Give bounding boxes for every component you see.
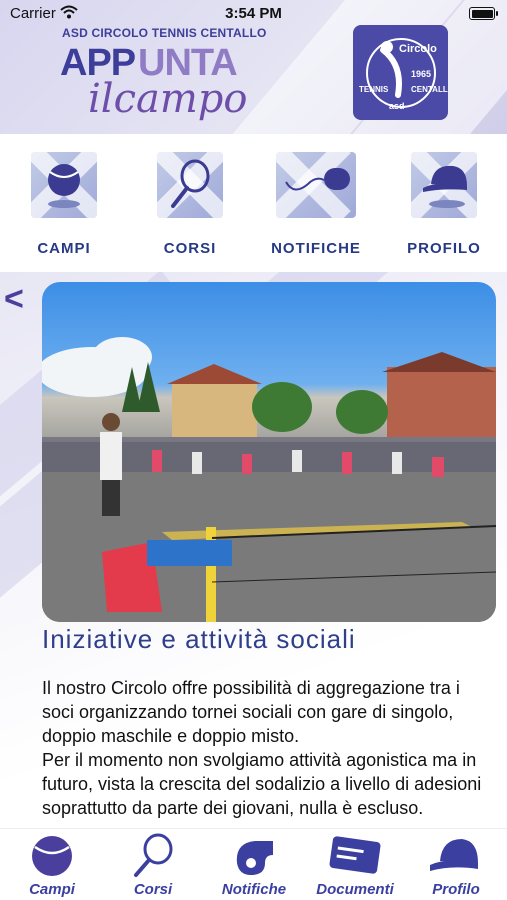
logo-text-top: Circolo xyxy=(399,43,437,55)
club-logo: Circolo 1965 TENNIS CENTALLO asd xyxy=(353,25,448,120)
tab-documenti[interactable]: Documenti xyxy=(305,833,405,898)
tab-notifiche[interactable]: Notifiche xyxy=(204,833,304,898)
whistle-icon xyxy=(236,841,273,875)
tab-corsi[interactable]: Corsi xyxy=(103,833,203,898)
logo-year: 1965 xyxy=(411,69,432,79)
tab-profilo[interactable]: Profilo xyxy=(406,833,506,898)
logo-text-right: CENTALLO xyxy=(411,85,448,94)
logo-text-left: TENNIS xyxy=(359,85,389,94)
tab-label: Documenti xyxy=(316,881,394,898)
cap-icon xyxy=(411,152,477,218)
cap-icon xyxy=(430,839,478,871)
tab-campi[interactable]: Campi xyxy=(2,833,102,898)
club-name: ASD CIRCOLO TENNIS CENTALLO xyxy=(62,26,267,40)
id-card-icon xyxy=(329,836,381,874)
status-bar: Carrier 3:54 PM xyxy=(0,0,507,28)
quick-menu-label: CAMPI xyxy=(37,240,91,257)
page-title: Iniziative e attività sociali xyxy=(42,624,356,654)
app-header: Carrier 3:54 PM ASD CIRCOLO TENNIS CENTA… xyxy=(0,0,507,134)
event-photo xyxy=(42,282,496,622)
content-area: < Iniziative e attività sociali Il nostr… xyxy=(0,272,507,828)
tab-bar: Campi Corsi Notifiche Documenti Profilo xyxy=(0,828,507,900)
whistle-icon xyxy=(276,152,356,218)
back-button[interactable]: < xyxy=(4,280,24,319)
quick-menu-corsi[interactable]: CORSI xyxy=(135,152,245,257)
quick-menu-label: PROFILO xyxy=(407,240,481,257)
tennis-racket-icon xyxy=(157,152,223,218)
tab-label: Campi xyxy=(29,881,75,898)
app-logo-campo: ilcampo xyxy=(88,76,248,122)
quick-menu-label: CORSI xyxy=(163,240,217,257)
tab-label: Profilo xyxy=(432,881,480,898)
battery-icon xyxy=(469,7,498,20)
logo-text-bottom: asd xyxy=(389,101,405,111)
quick-menu-label: NOTIFICHE xyxy=(271,240,361,257)
tennis-racket-icon xyxy=(134,833,173,877)
tab-label: Corsi xyxy=(133,881,173,898)
quick-menu-profilo[interactable]: PROFILO xyxy=(389,152,499,257)
quick-menu-campi[interactable]: CAMPI xyxy=(9,152,119,257)
quick-menu: CAMPI CORSI NOTIFICHE PROFILO xyxy=(0,134,507,272)
quick-menu-notifiche[interactable]: NOTIFICHE xyxy=(261,152,371,257)
tennis-ball-icon xyxy=(31,152,97,218)
page-body-text: Il nostro Circolo offre possibilità di a… xyxy=(42,678,482,818)
status-time: 3:54 PM xyxy=(225,5,282,22)
tennis-ball-icon xyxy=(32,836,72,876)
tab-label: Notifiche xyxy=(221,881,287,898)
